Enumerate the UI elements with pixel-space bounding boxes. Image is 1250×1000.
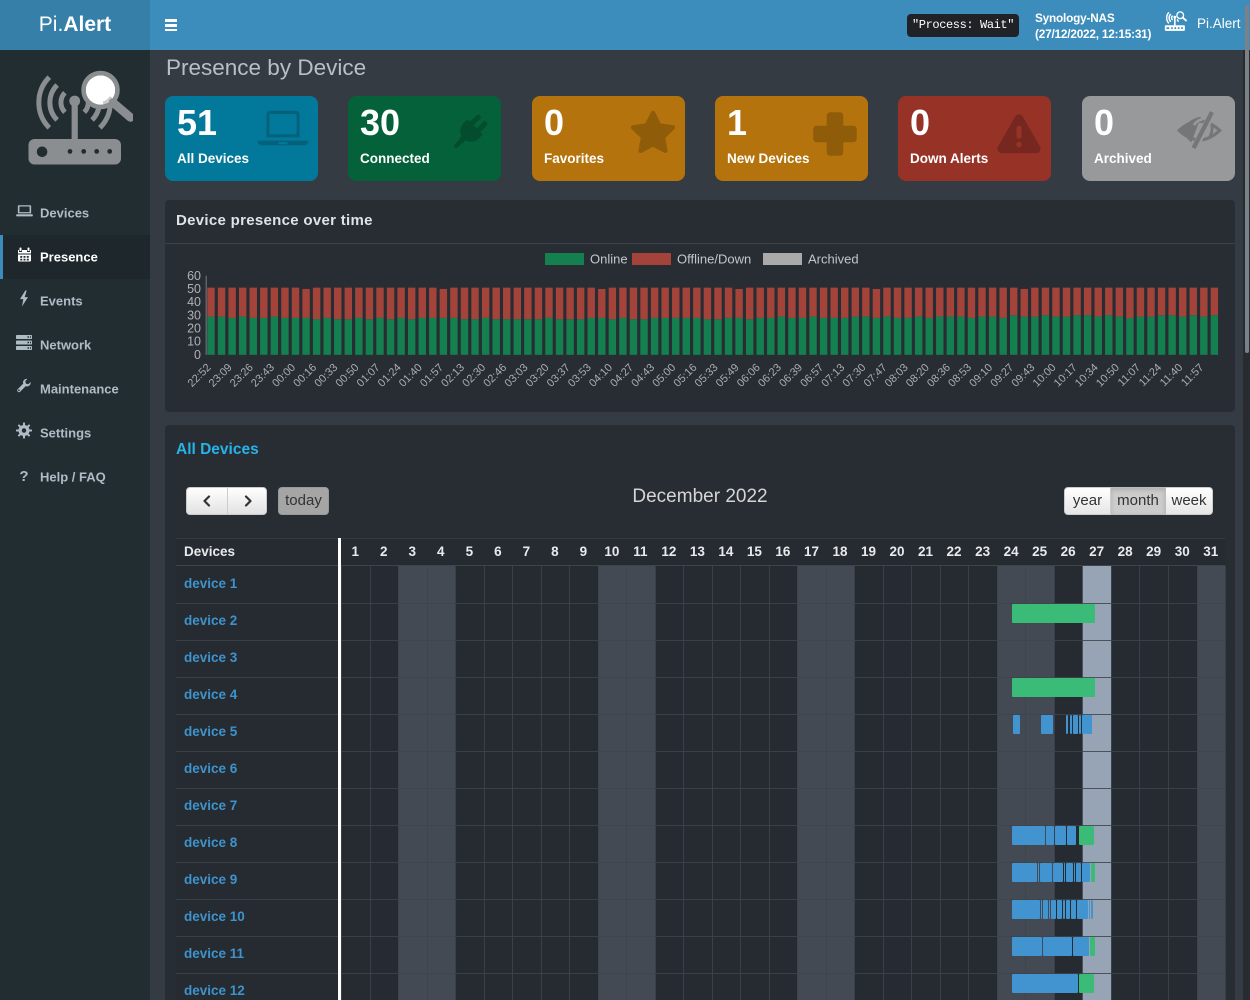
svg-text:20: 20 bbox=[187, 322, 201, 336]
svg-text:10:00: 10:00 bbox=[1031, 362, 1059, 390]
svg-text:05:33: 05:33 bbox=[693, 362, 721, 390]
svg-text:10:34: 10:34 bbox=[1073, 362, 1101, 390]
svg-text:02:13: 02:13 bbox=[439, 362, 467, 390]
svg-text:10:17: 10:17 bbox=[1052, 362, 1080, 390]
svg-text:07:30: 07:30 bbox=[840, 362, 868, 390]
svg-text:10: 10 bbox=[187, 335, 201, 349]
svg-text:03:53: 03:53 bbox=[566, 362, 594, 390]
svg-text:01:07: 01:07 bbox=[355, 362, 383, 390]
svg-text:09:43: 09:43 bbox=[1009, 362, 1037, 390]
svg-text:04:10: 04:10 bbox=[587, 362, 615, 390]
svg-text:Archived: Archived bbox=[808, 252, 859, 267]
svg-text:04:27: 04:27 bbox=[608, 362, 636, 390]
svg-text:60: 60 bbox=[187, 269, 201, 283]
svg-text:08:03: 08:03 bbox=[883, 362, 911, 390]
svg-text:02:46: 02:46 bbox=[481, 362, 509, 390]
svg-text:23:43: 23:43 bbox=[249, 362, 277, 390]
svg-text:09:10: 09:10 bbox=[967, 362, 995, 390]
svg-text:08:20: 08:20 bbox=[904, 362, 932, 390]
svg-text:01:24: 01:24 bbox=[376, 362, 404, 390]
svg-text:40: 40 bbox=[187, 295, 201, 309]
svg-text:30: 30 bbox=[187, 308, 201, 322]
svg-text:07:13: 07:13 bbox=[819, 362, 847, 390]
svg-text:11:24: 11:24 bbox=[1137, 362, 1164, 389]
svg-text:05:16: 05:16 bbox=[672, 362, 700, 390]
svg-text:03:03: 03:03 bbox=[503, 362, 531, 390]
svg-text:50: 50 bbox=[187, 282, 201, 296]
svg-text:11:57: 11:57 bbox=[1179, 362, 1206, 389]
svg-text:06:23: 06:23 bbox=[756, 362, 784, 390]
svg-text:0: 0 bbox=[194, 348, 201, 362]
svg-text:05:49: 05:49 bbox=[714, 362, 742, 390]
svg-text:02:30: 02:30 bbox=[460, 362, 488, 390]
svg-text:10:50: 10:50 bbox=[1094, 362, 1122, 390]
svg-text:23:26: 23:26 bbox=[228, 362, 256, 390]
svg-text:04:43: 04:43 bbox=[629, 362, 657, 390]
svg-text:00:00: 00:00 bbox=[270, 362, 298, 390]
svg-text:03:37: 03:37 bbox=[545, 362, 573, 390]
svg-text:08:36: 08:36 bbox=[925, 362, 953, 390]
svg-text:00:16: 00:16 bbox=[291, 362, 319, 390]
svg-text:00:50: 00:50 bbox=[334, 362, 362, 390]
svg-text:Offline/Down: Offline/Down bbox=[677, 252, 751, 267]
svg-text:11:40: 11:40 bbox=[1158, 362, 1185, 389]
svg-text:08:53: 08:53 bbox=[946, 362, 974, 390]
svg-text:05:00: 05:00 bbox=[650, 362, 678, 390]
svg-text:03:20: 03:20 bbox=[524, 362, 552, 390]
svg-text:01:57: 01:57 bbox=[418, 362, 446, 390]
svg-text:Online: Online bbox=[590, 252, 628, 267]
svg-text:11:07: 11:07 bbox=[1116, 362, 1143, 389]
svg-text:00:33: 00:33 bbox=[312, 362, 340, 390]
svg-text:06:06: 06:06 bbox=[735, 362, 763, 390]
svg-text:23:09: 23:09 bbox=[207, 362, 235, 390]
svg-text:06:39: 06:39 bbox=[777, 362, 805, 390]
svg-text:01:40: 01:40 bbox=[397, 362, 425, 390]
svg-text:06:57: 06:57 bbox=[798, 362, 826, 390]
svg-text:07:47: 07:47 bbox=[862, 362, 890, 390]
svg-text:22:52: 22:52 bbox=[186, 362, 214, 390]
svg-text:09:27: 09:27 bbox=[988, 362, 1016, 390]
